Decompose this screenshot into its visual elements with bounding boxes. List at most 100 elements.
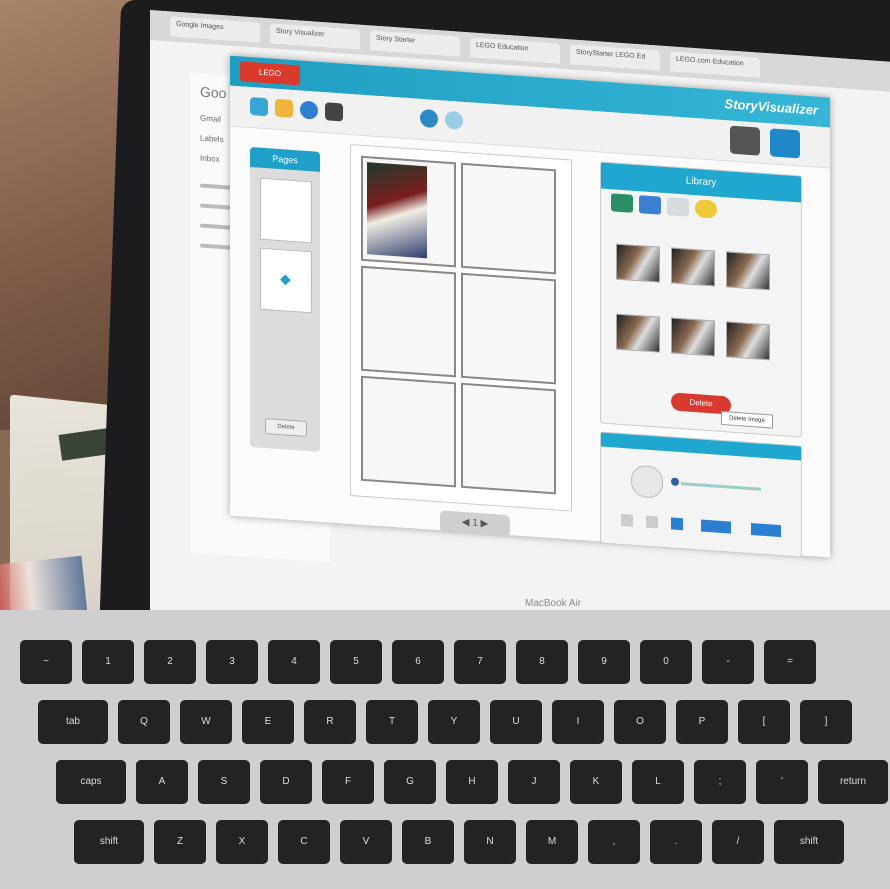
image-controls-panel <box>600 431 802 558</box>
key[interactable]: 4 <box>268 640 320 684</box>
key[interactable]: / <box>712 820 764 864</box>
page-thumbnail[interactable] <box>260 177 312 244</box>
key[interactable]: Z <box>154 820 206 864</box>
key[interactable]: return <box>818 760 888 804</box>
library-tab-images-icon[interactable] <box>639 195 661 215</box>
key[interactable]: ] <box>800 700 852 744</box>
key[interactable]: [ <box>738 700 790 744</box>
key[interactable]: E <box>242 700 294 744</box>
delete-page-button[interactable]: Delete <box>265 418 307 437</box>
key[interactable]: - <box>702 640 754 684</box>
key[interactable]: 3 <box>206 640 258 684</box>
redo-icon[interactable] <box>445 110 463 130</box>
export-icon[interactable] <box>770 128 800 159</box>
key[interactable]: ; <box>694 760 746 804</box>
storyboard-cell[interactable] <box>361 265 456 378</box>
flip-icon[interactable] <box>621 513 633 527</box>
key[interactable]: H <box>446 760 498 804</box>
laptop-screen: Google Images Story Visualizer Story Sta… <box>150 10 890 664</box>
storyboard-cell[interactable] <box>461 272 556 385</box>
key[interactable]: M <box>526 820 578 864</box>
controls-header <box>601 432 801 461</box>
new-icon[interactable] <box>250 96 268 117</box>
open-folder-icon[interactable] <box>275 98 293 118</box>
camera-icon[interactable] <box>730 125 760 156</box>
storyboard-cell[interactable] <box>461 382 556 495</box>
bring-forward-icon[interactable] <box>671 517 683 531</box>
key[interactable]: ~ <box>20 640 72 684</box>
browser-tab[interactable]: LEGO Education <box>470 37 560 64</box>
key[interactable]: 7 <box>454 640 506 684</box>
key[interactable]: shift <box>74 820 144 864</box>
undo-icon[interactable] <box>420 108 438 129</box>
key[interactable]: L <box>632 760 684 804</box>
key[interactable]: U <box>490 700 542 744</box>
mirror-icon[interactable] <box>646 515 658 529</box>
key[interactable]: ' <box>756 760 808 804</box>
key[interactable]: V <box>340 820 392 864</box>
library-image[interactable] <box>726 321 770 361</box>
key[interactable]: caps <box>56 760 126 804</box>
key[interactable]: O <box>614 700 666 744</box>
storyboard-cell[interactable] <box>461 162 556 275</box>
library-image[interactable] <box>726 251 770 291</box>
key[interactable]: 2 <box>144 640 196 684</box>
key[interactable]: , <box>588 820 640 864</box>
key[interactable]: I <box>552 700 604 744</box>
key[interactable]: X <box>216 820 268 864</box>
browser-tab[interactable]: Story Starter <box>370 30 460 57</box>
library-image[interactable] <box>616 313 660 353</box>
key[interactable]: C <box>278 820 330 864</box>
browser-tab[interactable]: Google Images <box>170 16 260 43</box>
print-icon[interactable] <box>325 102 343 122</box>
next-page-icon[interactable]: ▶ <box>478 518 489 530</box>
key[interactable]: 6 <box>392 640 444 684</box>
browser-tab[interactable]: LEGO.com Education <box>670 51 760 78</box>
key[interactable]: 1 <box>82 640 134 684</box>
key[interactable]: 5 <box>330 640 382 684</box>
key[interactable]: shift <box>774 820 844 864</box>
key[interactable]: Y <box>428 700 480 744</box>
add-page-thumbnail[interactable]: ◆ <box>260 247 312 314</box>
slider-handle[interactable] <box>671 477 679 486</box>
background-line: Gmail <box>200 113 221 124</box>
library-tab-text-icon[interactable] <box>667 197 689 217</box>
key[interactable]: Q <box>118 700 170 744</box>
key[interactable]: = <box>764 640 816 684</box>
key[interactable]: N <box>464 820 516 864</box>
storyboard-cell[interactable] <box>361 375 456 488</box>
library-image[interactable] <box>671 247 715 287</box>
key[interactable]: . <box>650 820 702 864</box>
library-image[interactable] <box>671 317 715 357</box>
key[interactable]: D <box>260 760 312 804</box>
key[interactable]: 8 <box>516 640 568 684</box>
previous-page-icon[interactable]: ◀ <box>462 517 472 529</box>
key[interactable]: R <box>304 700 356 744</box>
key[interactable]: A <box>136 760 188 804</box>
key[interactable]: P <box>676 700 728 744</box>
browser-tab[interactable]: Story Visualizer <box>270 23 360 50</box>
cloud-icon[interactable] <box>300 100 318 120</box>
storyboard-cell[interactable] <box>361 155 456 268</box>
storyboard-photo[interactable] <box>367 162 427 259</box>
zoom-slider[interactable] <box>681 482 761 491</box>
key[interactable]: J <box>508 760 560 804</box>
key[interactable]: S <box>198 760 250 804</box>
library-image[interactable] <box>616 243 660 283</box>
arrange-icon[interactable] <box>751 523 781 538</box>
page-navigation[interactable]: ◀ 1 ▶ <box>440 510 510 538</box>
browser-tab[interactable]: StoryStarter LEGO Ed <box>570 44 660 71</box>
rotate-dial[interactable] <box>631 464 663 499</box>
key[interactable]: B <box>402 820 454 864</box>
key[interactable]: W <box>180 700 232 744</box>
send-back-icon[interactable] <box>701 519 731 534</box>
library-tab-shapes-icon[interactable] <box>695 199 717 219</box>
library-tab-backgrounds-icon[interactable] <box>611 193 633 213</box>
key[interactable]: F <box>322 760 374 804</box>
key[interactable]: 0 <box>640 640 692 684</box>
key[interactable]: 9 <box>578 640 630 684</box>
key[interactable]: T <box>366 700 418 744</box>
key[interactable]: tab <box>38 700 108 744</box>
key[interactable]: G <box>384 760 436 804</box>
key[interactable]: K <box>570 760 622 804</box>
